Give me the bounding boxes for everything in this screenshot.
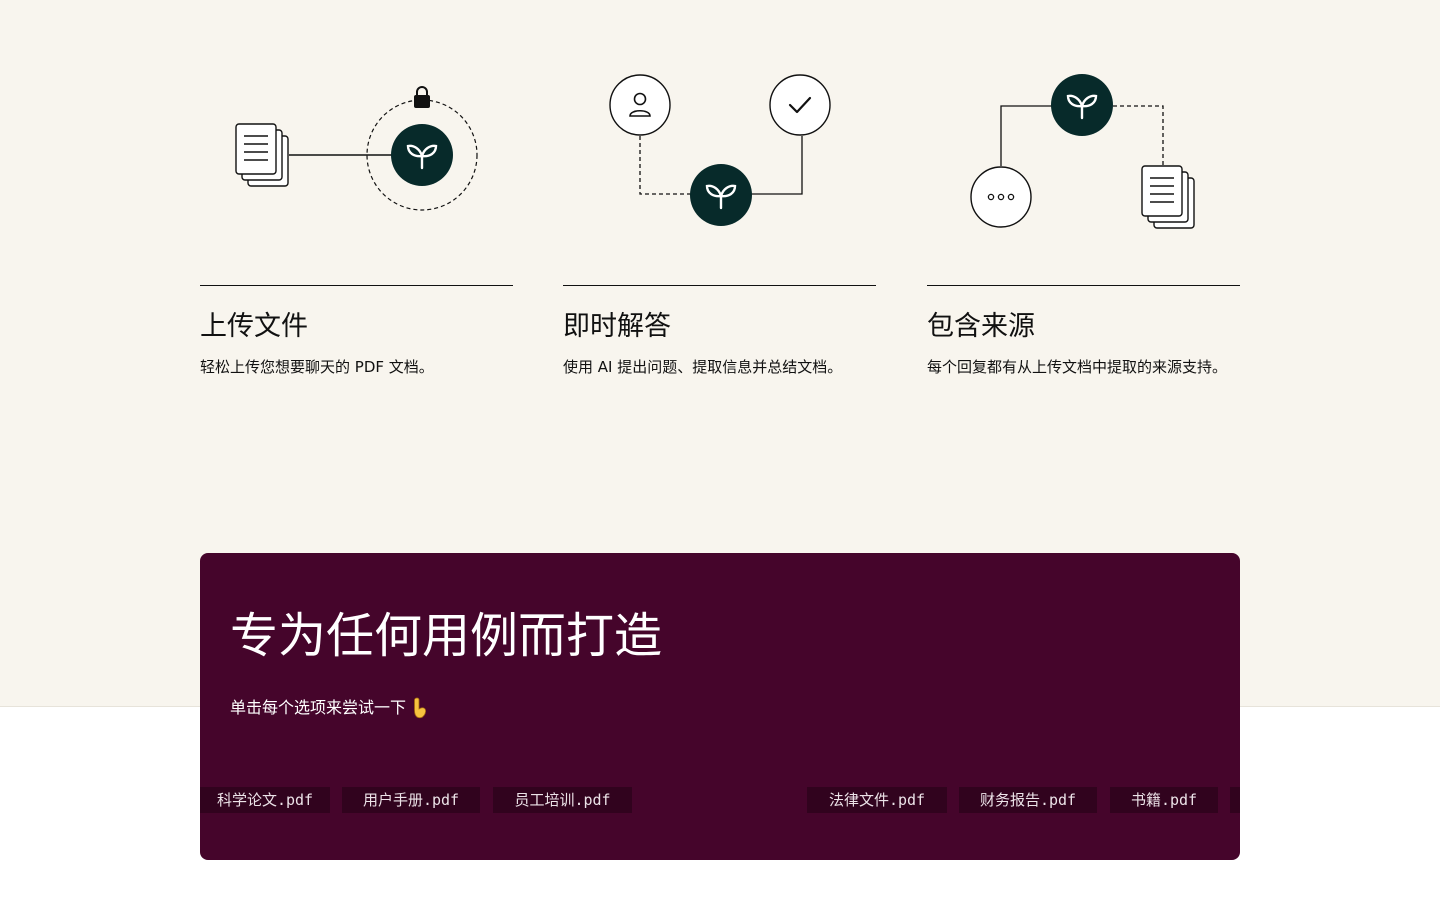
feature-instant-answers: 即时解答 使用 AI 提出问题、提取信息并总结文档。 <box>563 60 876 420</box>
document-stack-icon <box>1141 165 1195 229</box>
lock-icon <box>414 86 430 108</box>
use-case-panel: 专为任何用例而打造 单击每个选项来尝试一下 科学论文.pdf 用户手册.pdf … <box>200 553 1240 860</box>
use-case-hint-text: 单击每个选项来尝试一下 <box>230 698 407 717</box>
feature-sources: 包含来源 每个回复都有从上传文档中提取的来源支持。 <box>927 60 1240 420</box>
feature-upload: 上传文件 轻松上传您想要聊天的 PDF 文档。 <box>200 60 513 420</box>
feature-description: 轻松上传您想要聊天的 PDF 文档。 <box>200 358 434 376</box>
chip-user-manual[interactable]: 用户手册.pdf <box>342 787 480 813</box>
pointing-down-icon <box>414 697 427 719</box>
upload-illustration <box>235 86 478 211</box>
feature-divider <box>927 285 1240 286</box>
feature-divider <box>563 285 876 286</box>
chip-employee-training[interactable]: 员工培训.pdf <box>493 787 632 813</box>
chip-partial[interactable] <box>1230 787 1240 813</box>
feature-title: 上传文件 <box>200 311 308 342</box>
chip-book[interactable]: 书籍.pdf <box>1110 787 1218 813</box>
sources-illustration <box>970 74 1195 229</box>
feature-description: 每个回复都有从上传文档中提取的来源支持。 <box>927 358 1228 376</box>
answers-illustration <box>609 74 831 226</box>
use-case-hint: 单击每个选项来尝试一下 <box>230 696 427 720</box>
feature-description: 使用 AI 提出问题、提取信息并总结文档。 <box>563 358 843 376</box>
use-case-title: 专为任何用例而打造 <box>230 608 663 664</box>
chip-financial-report[interactable]: 财务报告.pdf <box>959 787 1097 813</box>
feature-divider <box>200 285 513 286</box>
chip-scientific-paper[interactable]: 科学论文.pdf <box>200 787 330 813</box>
document-stack-icon <box>235 123 289 187</box>
use-case-options: 科学论文.pdf 用户手册.pdf 员工培训.pdf 法律文件.pdf 财务报告… <box>200 787 1240 813</box>
chip-legal-document[interactable]: 法律文件.pdf <box>807 787 947 813</box>
feature-title: 即时解答 <box>563 311 671 342</box>
feature-title: 包含来源 <box>927 311 1035 342</box>
